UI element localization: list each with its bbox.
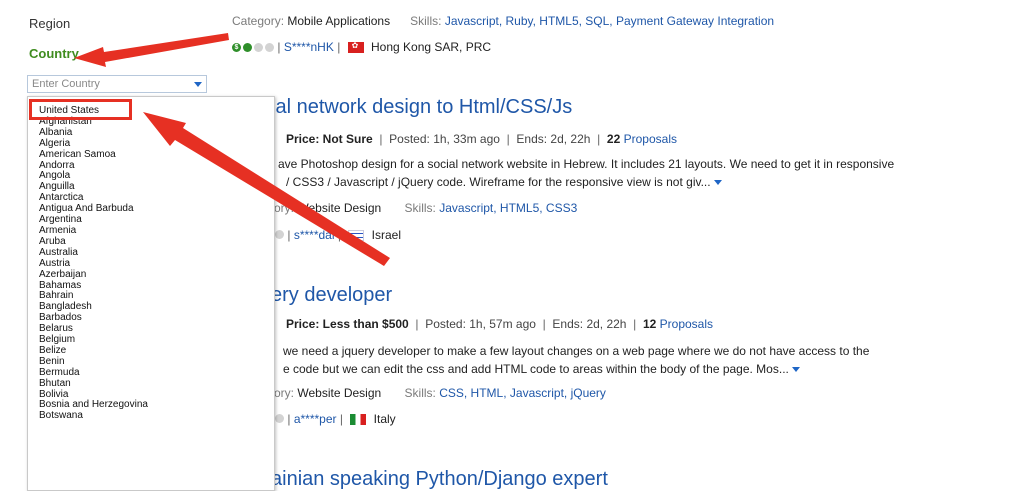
- annotation-arrow-icon: [143, 112, 390, 266]
- annotation-arrows: [74, 33, 390, 266]
- annotation-arrow-icon: [74, 33, 229, 67]
